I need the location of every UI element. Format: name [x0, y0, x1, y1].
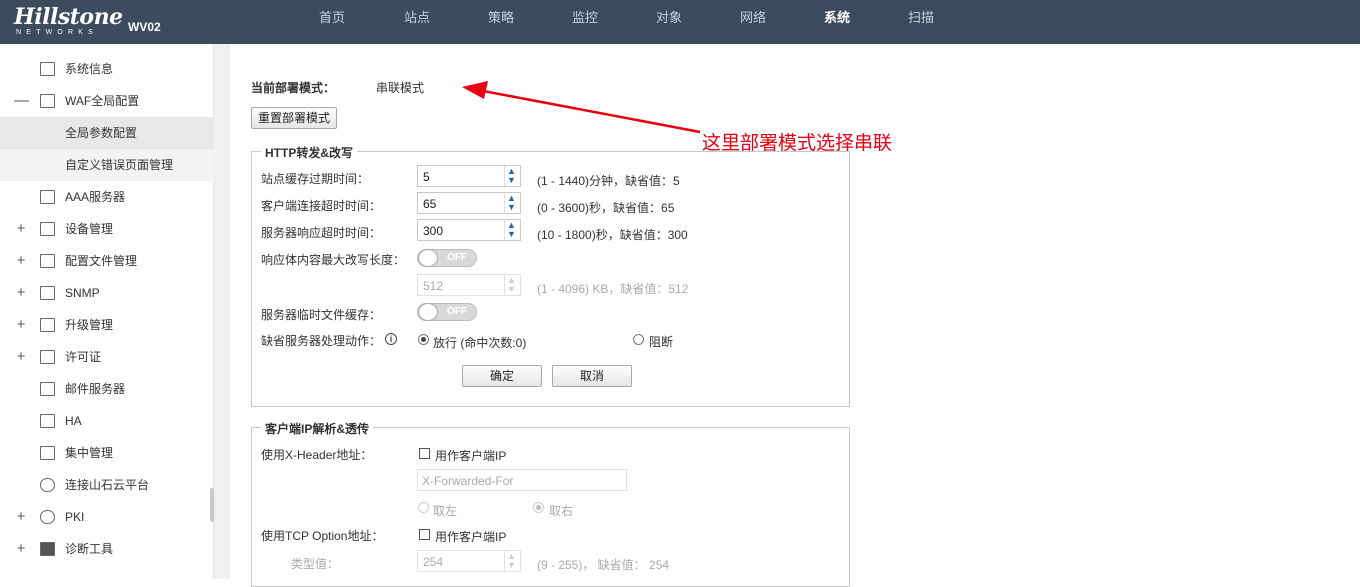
annotation-text: 这里部署模式选择串联 [702, 133, 893, 154]
annotation-arrow [462, 81, 701, 134]
